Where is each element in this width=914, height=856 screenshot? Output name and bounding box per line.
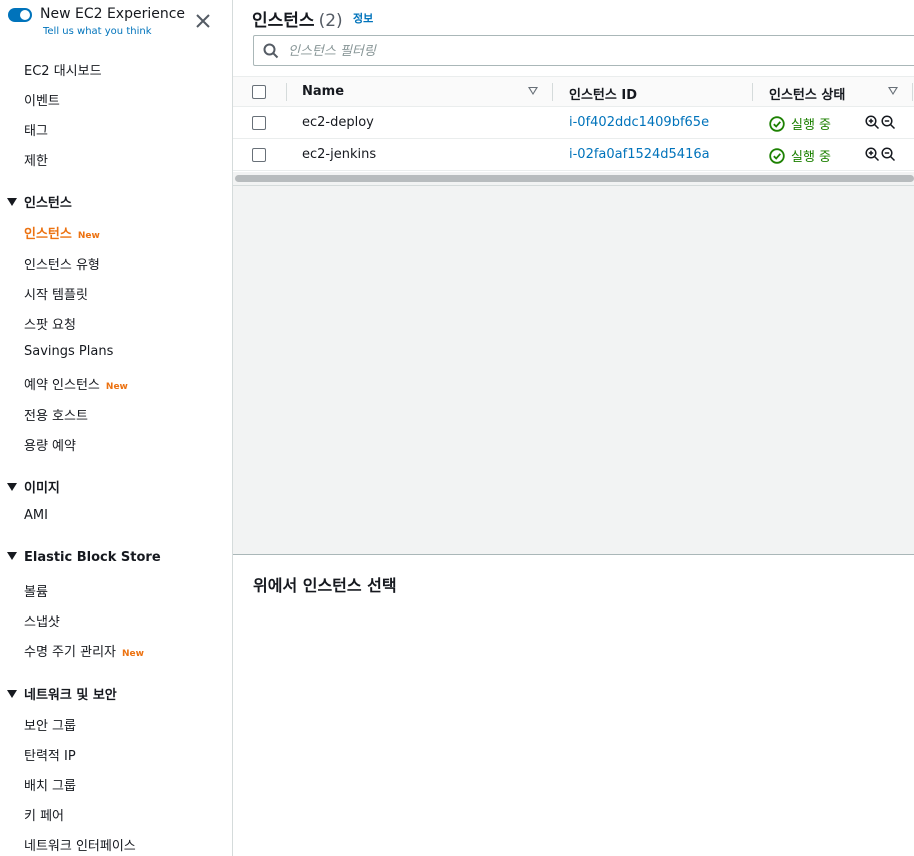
nav-item-capacity-reservations[interactable]: 용량 예약	[24, 435, 76, 454]
nav-item-snapshots[interactable]: 스냅샷	[24, 611, 60, 630]
instance-state-text: 실행 중	[791, 150, 832, 165]
sort-icon[interactable]	[888, 87, 898, 95]
nav-section-images[interactable]: 이미지	[7, 477, 60, 496]
table-header: Name 인스턴스 ID 인스턴스 상태	[233, 76, 914, 107]
nav-item-ec2-dashboard[interactable]: EC2 대시보드	[24, 60, 102, 79]
details-title: 위에서 인스턴스 선택	[253, 576, 397, 595]
select-all-checkbox[interactable]	[252, 85, 266, 99]
nav-item-volumes[interactable]: 볼륨	[24, 581, 48, 600]
nav-item-tags[interactable]: 태그	[24, 120, 48, 139]
nav-item-dedicated-hosts[interactable]: 전용 호스트	[24, 405, 88, 424]
column-divider	[912, 83, 913, 101]
new-experience-toggle[interactable]	[8, 8, 32, 22]
column-header-instance-state[interactable]: 인스턴스 상태	[769, 84, 845, 103]
nav-item-ami[interactable]: AMI	[24, 508, 48, 523]
new-badge: New	[122, 649, 144, 659]
filter-search-box[interactable]	[253, 35, 914, 66]
horizontal-scrollbar[interactable]	[233, 172, 914, 185]
table-row[interactable]: ec2-jenkins i-02fa0af1524d5416a 실행 중	[233, 139, 914, 171]
nav-item-key-pairs[interactable]: 키 페어	[24, 805, 64, 824]
nav-item-label: 수명 주기 관리자	[24, 645, 116, 660]
close-icon	[196, 14, 210, 28]
instance-name: ec2-deploy	[302, 115, 374, 130]
nav-section-label: Elastic Block Store	[24, 550, 161, 565]
nav-item-spot-requests[interactable]: 스팟 요청	[24, 314, 76, 333]
caret-down-icon	[7, 690, 17, 698]
column-header-name[interactable]: Name	[302, 84, 344, 99]
caret-down-icon	[7, 198, 17, 206]
nav-item-events[interactable]: 이벤트	[24, 90, 60, 109]
main-content: 인스턴스(2) 정보 Name 인스턴스 ID 인스턴스 상태 ec2-depl…	[233, 0, 914, 856]
nav-item-placement-groups[interactable]: 배치 그룹	[24, 775, 76, 794]
table-empty-area	[233, 185, 914, 554]
sidebar: New EC2 Experience Tell us what you thin…	[0, 0, 233, 856]
nav-section-label: 네트워크 및 보안	[24, 688, 117, 703]
column-header-instance-id[interactable]: 인스턴스 ID	[569, 84, 637, 103]
new-experience-title: New EC2 Experience	[40, 6, 186, 22]
nav-item-label: 예약 인스턴스	[24, 378, 100, 393]
new-badge: New	[77, 231, 100, 241]
check-circle-icon	[769, 116, 785, 132]
zoom-in-icon[interactable]	[865, 115, 880, 130]
nav-section-ebs[interactable]: Elastic Block Store	[7, 550, 161, 565]
new-badge: New	[105, 382, 128, 392]
zoom-out-icon[interactable]	[881, 147, 896, 162]
feedback-link[interactable]: Tell us what you think	[43, 26, 152, 37]
instance-count: (2)	[318, 11, 343, 31]
nav-item-elastic-ips[interactable]: 탄력적 IP	[24, 745, 76, 764]
nav-item-instances[interactable]: 인스턴스 New	[24, 223, 100, 242]
check-circle-icon	[769, 148, 785, 164]
nav-section-instances[interactable]: 인스턴스	[7, 192, 72, 211]
nav-section-label: 인스턴스	[24, 196, 72, 211]
instances-table: Name 인스턴스 ID 인스턴스 상태 ec2-deploy i-0f402d…	[233, 76, 914, 171]
filter-input[interactable]	[288, 41, 888, 61]
instance-state: 실행 중	[769, 146, 831, 165]
details-panel: 위에서 인스턴스 선택	[233, 554, 914, 856]
row-checkbox[interactable]	[252, 148, 266, 162]
page-title: 인스턴스 (2)	[252, 6, 343, 31]
info-link[interactable]: 정보	[353, 10, 373, 26]
scrollbar-thumb[interactable]	[235, 175, 914, 182]
zoom-in-icon[interactable]	[865, 147, 880, 162]
nav-item-launch-templates[interactable]: 시작 템플릿	[24, 284, 88, 303]
zoom-out-icon[interactable]	[881, 115, 896, 130]
nav-item-network-interfaces[interactable]: 네트워크 인터페이스	[24, 835, 136, 854]
nav-section-label: 이미지	[24, 481, 60, 496]
column-divider	[752, 83, 753, 101]
table-row[interactable]: ec2-deploy i-0f402ddc1409bf65e 실행 중	[233, 107, 914, 139]
nav-item-label: 인스턴스	[24, 227, 72, 242]
instance-id-link[interactable]: i-0f402ddc1409bf65e	[569, 115, 709, 130]
nav-item-instance-types[interactable]: 인스턴스 유형	[24, 254, 100, 273]
instance-state: 실행 중	[769, 114, 831, 133]
caret-down-icon	[7, 552, 17, 560]
column-divider	[286, 83, 287, 101]
instance-name: ec2-jenkins	[302, 147, 377, 162]
column-divider	[552, 83, 553, 101]
nav-item-reserved-instances[interactable]: 예약 인스턴스 New	[24, 374, 128, 393]
row-checkbox[interactable]	[252, 116, 266, 130]
search-icon	[263, 43, 279, 59]
nav-item-savings-plans[interactable]: Savings Plans	[24, 344, 113, 359]
instance-state-text: 실행 중	[791, 118, 832, 133]
nav-item-security-groups[interactable]: 보안 그룹	[24, 715, 76, 734]
new-experience-toggle-area: New EC2 Experience Tell us what you thin…	[8, 5, 223, 41]
instance-id-link[interactable]: i-02fa0af1524d5416a	[569, 147, 710, 162]
nav-item-limits[interactable]: 제한	[24, 150, 48, 169]
nav-item-lifecycle-manager[interactable]: 수명 주기 관리자 New	[24, 641, 144, 660]
nav-section-network-security[interactable]: 네트워크 및 보안	[7, 684, 117, 703]
sort-icon[interactable]	[528, 87, 538, 95]
close-sidebar-button[interactable]	[194, 12, 212, 30]
page-title-text: 인스턴스	[252, 11, 315, 31]
caret-down-icon	[7, 483, 17, 491]
